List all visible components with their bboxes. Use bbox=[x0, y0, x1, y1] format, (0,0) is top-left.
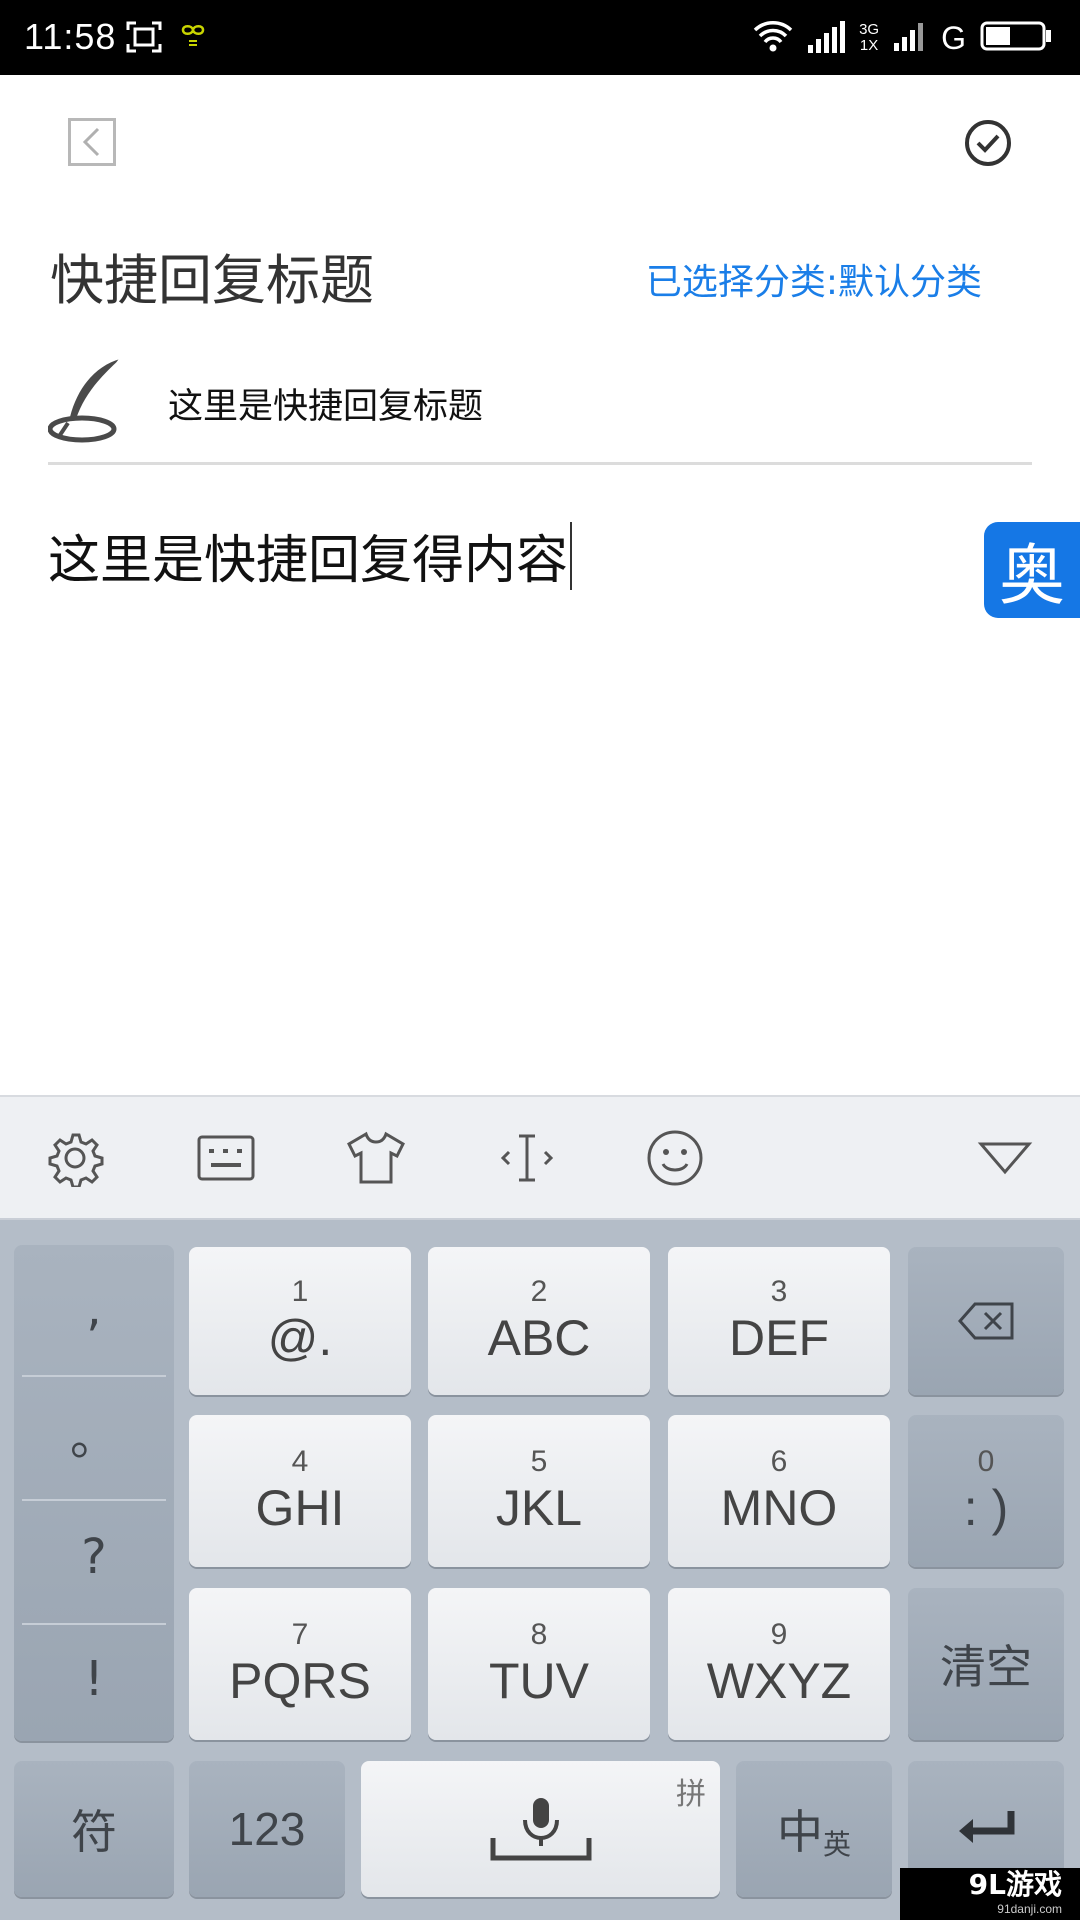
clear-key[interactable]: 清空 bbox=[908, 1588, 1064, 1740]
feather-pen-icon bbox=[47, 357, 124, 447]
enter-icon bbox=[959, 1811, 1015, 1843]
key-6-number: 6 bbox=[770, 1445, 788, 1478]
key-7-letters: PQRS bbox=[229, 1653, 371, 1709]
key-8[interactable]: 8 TUV bbox=[428, 1588, 650, 1740]
backspace-icon bbox=[957, 1302, 1014, 1340]
punct-question-key[interactable]: ? bbox=[24, 1495, 164, 1619]
punct-comma-key[interactable]: , bbox=[24, 1247, 164, 1371]
pinyin-label: 拼 bbox=[676, 1778, 706, 1811]
check-circle-icon bbox=[965, 120, 1011, 166]
key-3-number: 3 bbox=[770, 1275, 788, 1308]
infinity-icon bbox=[180, 22, 206, 56]
space-voice-key[interactable]: 拼 bbox=[361, 1761, 720, 1897]
symbols-key[interactable]: 符 bbox=[14, 1761, 174, 1897]
key-3[interactable]: 3 DEF bbox=[668, 1247, 890, 1395]
status-bar: 11:58 3G 1X G bbox=[0, 0, 1080, 75]
key-8-number: 8 bbox=[530, 1618, 548, 1651]
key-9-number: 9 bbox=[770, 1618, 788, 1651]
key-5-number: 5 bbox=[530, 1445, 548, 1478]
key-4-letters: GHI bbox=[255, 1480, 345, 1536]
lang-sub-label: 英 bbox=[822, 1828, 851, 1860]
confirm-button[interactable] bbox=[963, 118, 1013, 168]
network-type-top: 3G bbox=[859, 21, 880, 38]
floating-app-icon[interactable]: 奥 bbox=[984, 522, 1080, 618]
wifi-icon bbox=[753, 20, 793, 56]
content-textarea[interactable]: 这里是快捷回复得内容 bbox=[48, 518, 948, 593]
status-icons: 3G 1X G bbox=[753, 18, 1052, 58]
key-9[interactable]: 9 WXYZ bbox=[668, 1588, 890, 1740]
key-1-letters: @. bbox=[267, 1310, 333, 1366]
category-selector[interactable]: 已选择分类:默认分类 bbox=[646, 253, 982, 305]
network-type-bottom: 1X bbox=[859, 37, 879, 54]
key-8-letters: TUV bbox=[489, 1653, 589, 1709]
watermark-sub: 91danji.com bbox=[997, 1902, 1062, 1916]
chevron-left-icon bbox=[82, 127, 100, 157]
microphone-icon bbox=[490, 1798, 591, 1861]
keyboard-icon[interactable] bbox=[193, 1125, 259, 1191]
emoji-icon[interactable] bbox=[642, 1125, 708, 1191]
text-cursor bbox=[570, 522, 573, 590]
key-7[interactable]: 7 PQRS bbox=[189, 1588, 411, 1740]
screenshot-icon bbox=[126, 20, 162, 58]
keyboard-toolbar bbox=[0, 1095, 1080, 1220]
key-5[interactable]: 5 JKL bbox=[428, 1415, 650, 1567]
back-button[interactable] bbox=[68, 118, 116, 166]
key-7-number: 7 bbox=[291, 1618, 309, 1651]
signal-icon-2 bbox=[893, 21, 927, 55]
key-6-letters: MNO bbox=[720, 1480, 838, 1536]
lang-main-label: 中 bbox=[776, 1805, 823, 1858]
key-2-letters: ABC bbox=[487, 1310, 591, 1366]
language-switch-key[interactable]: 中英 bbox=[736, 1761, 892, 1897]
collapse-keyboard-icon[interactable] bbox=[972, 1125, 1038, 1191]
key-4-number: 4 bbox=[291, 1445, 309, 1478]
watermark: 9L游戏 91danji.com bbox=[900, 1868, 1080, 1920]
key-1[interactable]: 1 @. bbox=[189, 1247, 411, 1395]
status-time: 11:58 bbox=[24, 16, 117, 57]
key-0-label: : ) bbox=[963, 1480, 1009, 1536]
carrier-g-label: G bbox=[941, 19, 966, 56]
battery-icon bbox=[980, 20, 1052, 56]
key-9-letters: WXYZ bbox=[706, 1653, 852, 1709]
key-3-letters: DEF bbox=[729, 1310, 829, 1366]
key-6[interactable]: 6 MNO bbox=[668, 1415, 890, 1567]
key-4[interactable]: 4 GHI bbox=[189, 1415, 411, 1567]
title-input[interactable] bbox=[168, 383, 988, 423]
key-5-letters: JKL bbox=[495, 1480, 583, 1536]
cursor-move-icon[interactable] bbox=[494, 1125, 560, 1191]
key-1-number: 1 bbox=[291, 1275, 309, 1308]
punct-exclaim-key[interactable]: ! bbox=[24, 1617, 164, 1741]
watermark-main: 9L游戏 bbox=[968, 1868, 1062, 1901]
title-row bbox=[47, 355, 1032, 465]
content-text: 这里是快捷回复得内容 bbox=[48, 531, 569, 591]
key-0-number: 0 bbox=[977, 1445, 995, 1478]
key-2[interactable]: 2 ABC bbox=[428, 1247, 650, 1395]
key-2-number: 2 bbox=[530, 1275, 548, 1308]
numbers-key[interactable]: 123 bbox=[189, 1761, 345, 1897]
shirt-icon[interactable] bbox=[343, 1125, 409, 1191]
page-title: 快捷回复标题 bbox=[50, 249, 374, 312]
gear-icon[interactable] bbox=[42, 1125, 108, 1191]
network-type: 3G 1X bbox=[859, 22, 879, 54]
backspace-key[interactable] bbox=[908, 1247, 1064, 1395]
signal-icon-1 bbox=[807, 19, 846, 57]
punct-period-key[interactable]: 。 bbox=[24, 1371, 164, 1495]
key-0-smiley[interactable]: 0 : ) bbox=[908, 1415, 1064, 1567]
punctuation-column: , 。 ? ! bbox=[14, 1245, 174, 1741]
